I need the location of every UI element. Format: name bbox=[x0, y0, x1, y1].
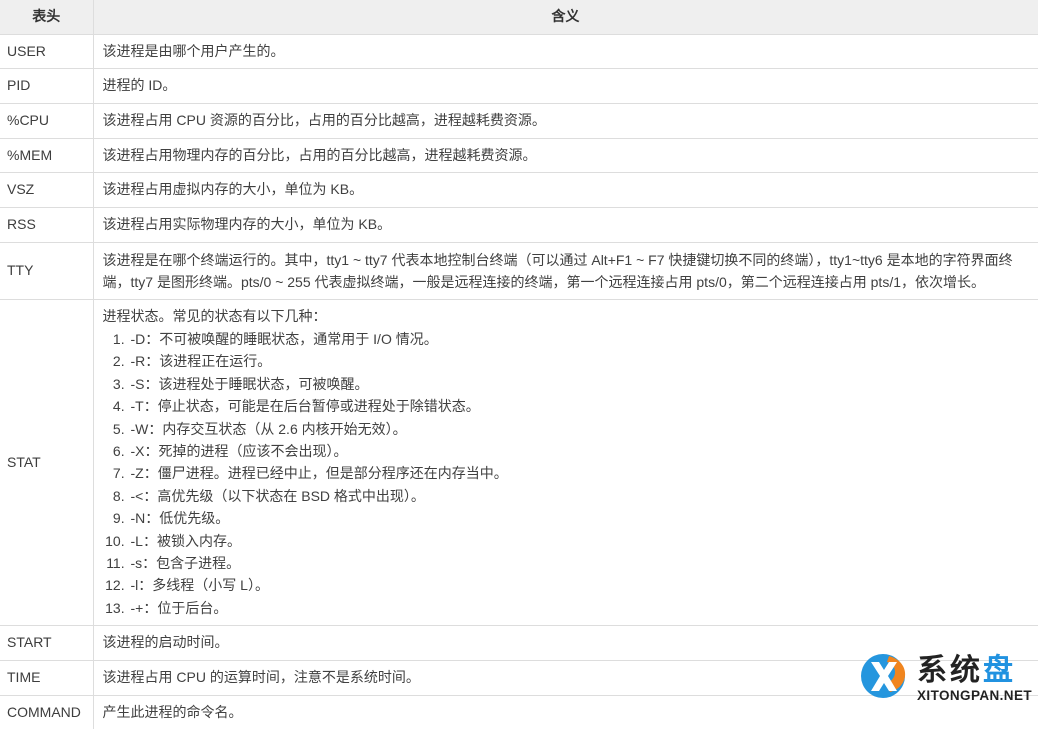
stat-state-item: -s：包含子进程。 bbox=[129, 552, 1030, 574]
table-row: TTY 该进程是在哪个终端运行的。其中，tty1 ~ tty7 代表本地控制台终端… bbox=[0, 242, 1038, 301]
stat-state-item: -X：死掉的进程（应该不会出现）。 bbox=[129, 440, 1030, 462]
row-header-cell: TTY bbox=[0, 242, 94, 301]
row-meaning-text: 进程的 ID。 bbox=[102, 77, 177, 94]
row-meaning-cell: 该进程占用 CPU 的运算时间，注意不是系统时间。 bbox=[93, 660, 1038, 696]
row-meaning-cell: 该进程的启动时间。 bbox=[93, 625, 1038, 661]
row-meaning-text: 产生此进程的命令名。 bbox=[102, 703, 243, 720]
row-meaning-cell: 该进程是在哪个终端运行的。其中，tty1 ~ tty7 代表本地控制台终端（可以… bbox=[93, 242, 1038, 301]
table-row: %CPU 该进程占用 CPU 资源的百分比，占用的百分比越高，进程越耗费资源。 bbox=[0, 103, 1038, 139]
column-header-meaning: 含义 bbox=[93, 0, 1038, 35]
row-meaning-text: 该进程占用物理内存的百分比，占用的百分比越高，进程越耗费资源。 bbox=[102, 146, 537, 163]
row-meaning-text: 该进程是在哪个终端运行的。其中，tty1 ~ tty7 代表本地控制台终端（可以… bbox=[102, 251, 1013, 291]
row-meaning-cell: 该进程占用实际物理内存的大小，单位为 KB。 bbox=[93, 207, 1038, 243]
stat-state-item: -L：被锁入内存。 bbox=[129, 530, 1030, 552]
stat-state-item: -S：该进程处于睡眠状态，可被唤醒。 bbox=[129, 373, 1030, 395]
table-row: COMMAND 产生此进程的命令名。 bbox=[0, 695, 1038, 729]
row-header-cell: USER bbox=[0, 34, 94, 70]
column-header-head: 表头 bbox=[0, 0, 94, 35]
row-meaning-cell: 该进程占用 CPU 资源的百分比，占用的百分比越高，进程越耗费资源。 bbox=[93, 103, 1038, 139]
row-header-cell: RSS bbox=[0, 207, 94, 243]
stat-state-item: -N：低优先级。 bbox=[129, 507, 1030, 529]
row-header-cell: %MEM bbox=[0, 138, 94, 174]
row-meaning-cell: 进程状态。常见的状态有以下几种： -D：不可被唤醒的睡眠状态，通常用于 I/O 情… bbox=[93, 299, 1038, 627]
stat-state-item: -T：停止状态，可能是在后台暂停或进程处于除错状态。 bbox=[129, 395, 1030, 417]
row-header-cell: COMMAND bbox=[0, 695, 94, 729]
stat-state-item: -l：多线程（小写 L）。 bbox=[129, 574, 1030, 596]
stat-state-item: -<：高优先级（以下状态在 BSD 格式中出现）。 bbox=[129, 485, 1030, 507]
row-header-cell: PID bbox=[0, 68, 94, 104]
row-meaning-text: 该进程占用虚拟内存的大小，单位为 KB。 bbox=[102, 181, 364, 198]
table-row: STAT 进程状态。常见的状态有以下几种： -D：不可被唤醒的睡眠状态，通常用于 I… bbox=[0, 299, 1038, 627]
stat-state-item: -Z：僵尸进程。进程已经中止，但是部分程序还在内存当中。 bbox=[129, 462, 1030, 484]
row-header-cell: START bbox=[0, 625, 94, 661]
row-meaning-text: 该进程占用 CPU 的运算时间，注意不是系统时间。 bbox=[102, 668, 420, 685]
table-header-row: 表头 含义 bbox=[0, 0, 1038, 35]
stat-state-list: -D：不可被唤醒的睡眠状态，通常用于 I/O 情况。-R：该进程正在运行。-S：… bbox=[103, 328, 1030, 619]
row-header-cell: STAT bbox=[0, 299, 94, 627]
row-header-cell: TIME bbox=[0, 660, 94, 696]
stat-state-item: -W：内存交互状态（从 2.6 内核开始无效）。 bbox=[129, 418, 1030, 440]
row-meaning-cell: 该进程是由哪个用户产生的。 bbox=[93, 34, 1038, 70]
page-root: 表头 含义 USER 该进程是由哪个用户产生的。 PID 进程的 ID。 %CPU 该进程… bbox=[0, 0, 1038, 729]
ps-header-meaning-table: 表头 含义 USER 该进程是由哪个用户产生的。 PID 进程的 ID。 %CPU 该进程… bbox=[0, 0, 1038, 729]
table-row: TIME 该进程占用 CPU 的运算时间，注意不是系统时间。 bbox=[0, 660, 1038, 696]
stat-state-item: -+：位于后台。 bbox=[129, 597, 1030, 619]
row-meaning-text: 该进程的启动时间。 bbox=[102, 634, 229, 651]
table-row: RSS 该进程占用实际物理内存的大小，单位为 KB。 bbox=[0, 207, 1038, 243]
table-row: PID 进程的 ID。 bbox=[0, 68, 1038, 104]
row-meaning-text: 该进程占用 CPU 资源的百分比，占用的百分比越高，进程越耗费资源。 bbox=[102, 111, 546, 128]
row-meaning-cell: 该进程占用物理内存的百分比，占用的百分比越高，进程越耗费资源。 bbox=[93, 138, 1038, 174]
table-row: VSZ 该进程占用虚拟内存的大小，单位为 KB。 bbox=[0, 172, 1038, 208]
table-body: USER 该进程是由哪个用户产生的。 PID 进程的 ID。 %CPU 该进程占用 CPU… bbox=[0, 34, 1038, 729]
row-header-cell: %CPU bbox=[0, 103, 94, 139]
row-meaning-text: 该进程占用实际物理内存的大小，单位为 KB。 bbox=[102, 215, 392, 232]
table-row: %MEM 该进程占用物理内存的百分比，占用的百分比越高，进程越耗费资源。 bbox=[0, 138, 1038, 174]
stat-intro-text: 进程状态。常见的状态有以下几种： bbox=[102, 308, 327, 325]
table-row: START 该进程的启动时间。 bbox=[0, 625, 1038, 661]
table-row: USER 该进程是由哪个用户产生的。 bbox=[0, 34, 1038, 70]
row-meaning-cell: 进程的 ID。 bbox=[93, 68, 1038, 104]
stat-state-item: -D：不可被唤醒的睡眠状态，通常用于 I/O 情况。 bbox=[129, 328, 1030, 350]
row-meaning-text: 该进程是由哪个用户产生的。 bbox=[102, 42, 285, 59]
row-header-cell: VSZ bbox=[0, 172, 94, 208]
stat-state-item: -R：该进程正在运行。 bbox=[129, 350, 1030, 372]
table-header: 表头 含义 bbox=[0, 0, 1038, 35]
row-meaning-cell: 产生此进程的命令名。 bbox=[93, 695, 1038, 729]
row-meaning-cell: 该进程占用虚拟内存的大小，单位为 KB。 bbox=[93, 172, 1038, 208]
